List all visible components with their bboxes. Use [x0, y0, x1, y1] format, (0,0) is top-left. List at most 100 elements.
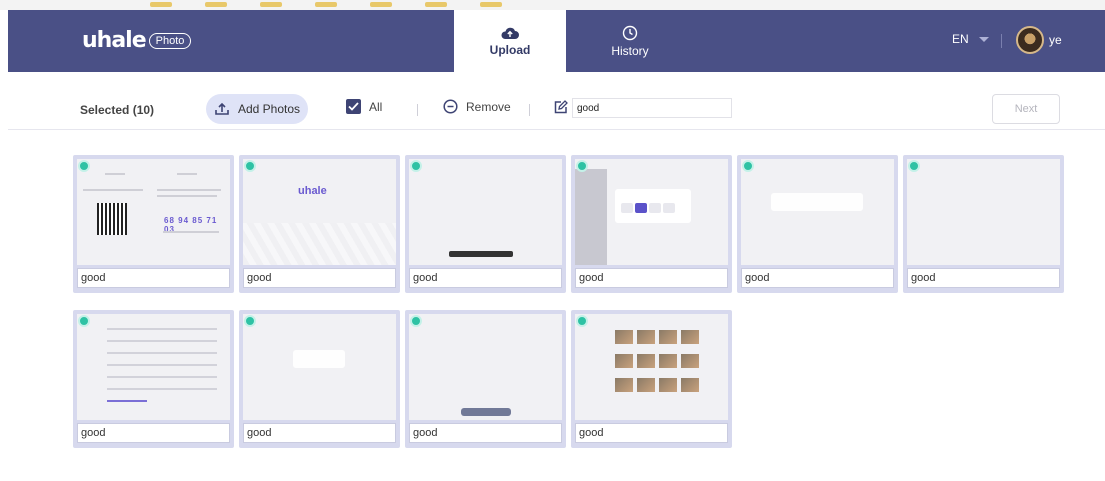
photo-thumbnail [907, 159, 1060, 265]
thumb-tile [615, 330, 633, 344]
thumb-sidebar [575, 169, 607, 265]
thumb-row [107, 352, 217, 354]
thumb-tile [659, 378, 677, 392]
photo-tag[interactable]: good [243, 268, 396, 288]
photo-thumbnail [409, 314, 562, 420]
photo-thumbnail [77, 314, 230, 420]
thumb-tile [681, 378, 699, 392]
minus-circle-icon [443, 99, 458, 114]
photo-thumbnail [741, 159, 894, 265]
bookmark-fragment [480, 2, 502, 7]
hex-pattern [243, 223, 396, 265]
thumb-pill [663, 203, 675, 213]
bookmark-fragment [150, 2, 172, 7]
thumb-tile [637, 378, 655, 392]
bookmark-fragment [425, 2, 447, 7]
photo-card[interactable]: good [903, 155, 1064, 293]
thumb-toolbar-overlay [771, 193, 863, 211]
toolbar-divider [417, 104, 418, 116]
photo-card[interactable]: good [405, 310, 566, 448]
toast-bar [449, 251, 513, 257]
photo-tag[interactable]: good [409, 268, 562, 288]
language-value: EN [952, 32, 969, 46]
tab-upload[interactable]: Upload [454, 10, 566, 72]
thumb-pill [635, 203, 647, 213]
bookmark-fragment [370, 2, 392, 7]
browser-bookmarks-strip [0, 0, 1105, 10]
photo-card[interactable]: good [239, 310, 400, 448]
thumb-row [107, 388, 217, 390]
selected-check-icon[interactable] [410, 160, 422, 172]
selected-check-icon[interactable] [576, 160, 588, 172]
select-all-label: All [369, 99, 383, 114]
photo-card[interactable]: good [405, 155, 566, 293]
next-button[interactable]: Next [992, 94, 1060, 124]
photo-thumbnail: uhale [243, 159, 396, 265]
photo-tag[interactable]: good [77, 268, 230, 288]
photo-card[interactable]: uhale good [239, 155, 400, 293]
photo-card[interactable]: good [73, 310, 234, 448]
photo-thumbnail: 68 94 85 71 03 [77, 159, 230, 265]
photo-tag[interactable]: good [741, 268, 894, 288]
thumb-tile [681, 330, 699, 344]
thumb-line [163, 231, 219, 233]
thumb-line [83, 189, 143, 191]
tab-history-label: History [611, 43, 649, 58]
tag-input[interactable] [572, 98, 732, 118]
tab-upload-label: Upload [489, 42, 531, 57]
avatar[interactable] [1016, 26, 1044, 54]
thumb-row [107, 376, 217, 378]
logo-badge: Photo [148, 32, 192, 49]
upload-tray-icon [215, 102, 229, 115]
thumb-row [107, 340, 217, 342]
photo-card[interactable]: good [737, 155, 898, 293]
upload-toolbar: Selected (10) Add Photos All Remove Next [8, 72, 1105, 130]
edit-icon [554, 100, 568, 114]
bookmark-fragment [205, 2, 227, 7]
selected-check-icon[interactable] [742, 160, 754, 172]
add-photos-label: Add Photos [237, 102, 301, 116]
logo-word: uhale [82, 28, 147, 53]
photo-tag[interactable]: good [77, 423, 230, 443]
app-logo[interactable]: uhale Photo [82, 28, 192, 53]
selected-check-icon[interactable] [908, 160, 920, 172]
photo-tag[interactable]: good [907, 268, 1060, 288]
selected-check-icon[interactable] [410, 315, 422, 327]
selected-check-icon[interactable] [78, 160, 90, 172]
photo-tag[interactable]: good [243, 423, 396, 443]
photo-tag[interactable]: good [575, 423, 728, 443]
photo-tag[interactable]: good [409, 423, 562, 443]
selected-check-icon[interactable] [244, 160, 256, 172]
photo-tag[interactable]: good [575, 268, 728, 288]
next-label: Next [1014, 103, 1038, 115]
photo-thumbnail [575, 314, 728, 420]
thumb-tile [681, 354, 699, 368]
photo-card[interactable]: good [571, 155, 732, 293]
username[interactable]: ye [1049, 33, 1062, 47]
thumb-tile [615, 378, 633, 392]
photo-card[interactable]: 68 94 85 71 03 good [73, 155, 234, 293]
thumb-row [107, 364, 217, 366]
selected-check-icon[interactable] [244, 315, 256, 327]
header-divider [1001, 34, 1002, 48]
thumb-tile [615, 354, 633, 368]
cloud-upload-icon [501, 27, 519, 39]
remove-button[interactable]: Remove [443, 99, 511, 114]
bookmark-fragment [260, 2, 282, 7]
selected-check-icon[interactable] [576, 315, 588, 327]
photo-card[interactable]: good [571, 310, 732, 448]
selected-check-icon[interactable] [78, 315, 90, 327]
photo-thumbnail [409, 159, 562, 265]
language-select[interactable]: EN [952, 32, 989, 46]
thumb-line [105, 173, 125, 175]
tab-history[interactable]: History [574, 10, 686, 72]
select-all-checkbox[interactable]: All [346, 99, 382, 114]
thumb-pill [621, 203, 633, 213]
thumb-menu-overlay [293, 350, 345, 368]
chevron-down-icon [978, 36, 989, 42]
add-photos-button[interactable]: Add Photos [206, 94, 308, 124]
thumb-line [157, 195, 217, 197]
photo-thumbnail [575, 159, 728, 265]
thumb-row [107, 328, 217, 330]
thumb-controls-overlay [461, 408, 511, 416]
